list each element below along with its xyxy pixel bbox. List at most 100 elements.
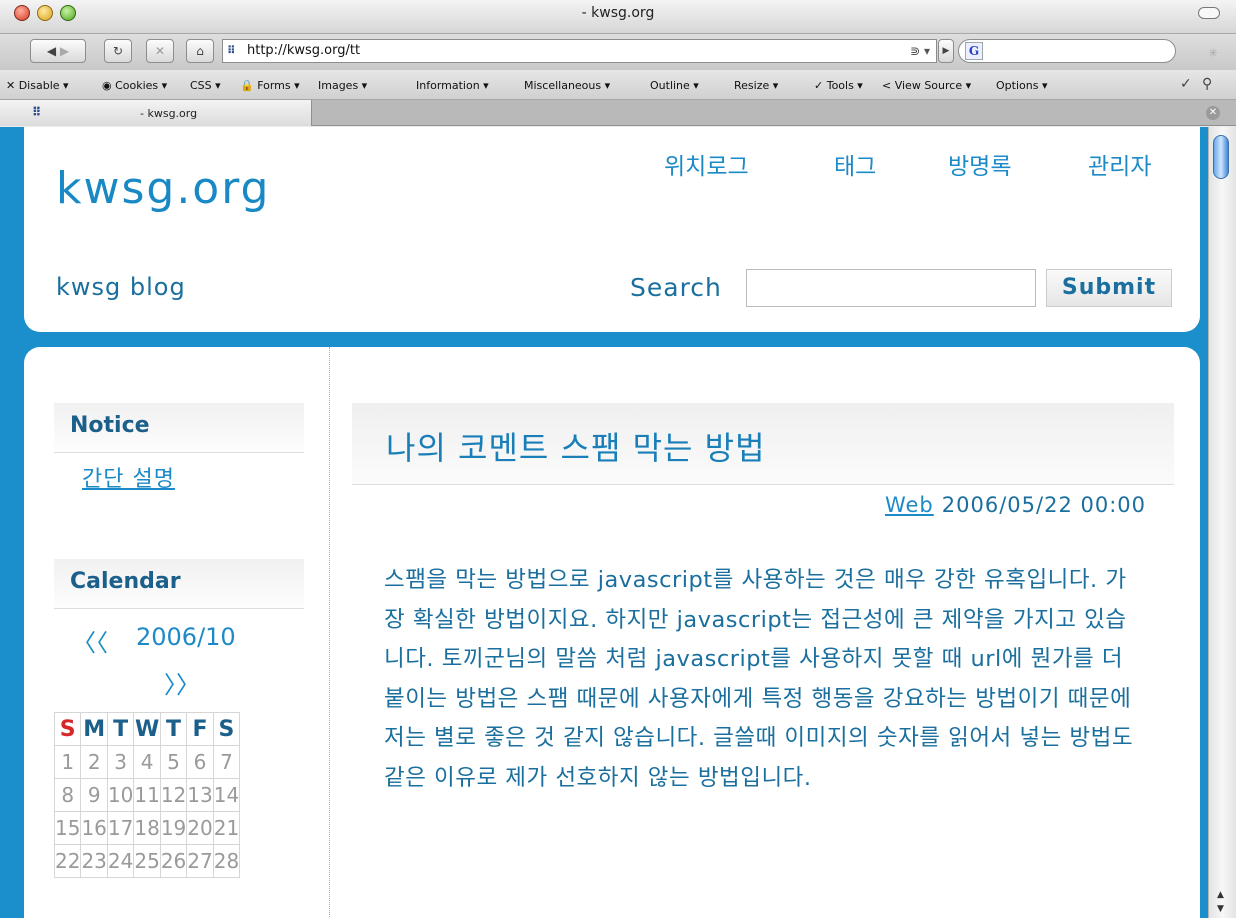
calendar-table: S M T W T F S 1 2 3 4 5 6 7 8 9 10 11 12… [53,712,241,878]
magnifier-icon[interactable]: ⚲ [1202,76,1212,92]
stop-button[interactable]: ✕ [146,39,174,63]
calendar-day: 17 [106,811,135,845]
calendar-day: 28 [212,844,241,878]
scroll-down-icon[interactable]: ▼ [1217,904,1224,914]
calendar-day: 14 [212,778,241,812]
calendar-day: 27 [186,844,214,878]
devtool-forms[interactable]: 🔒 Forms ▾ [240,79,300,92]
stop-icon: ✕ [154,44,166,58]
calendar-day: 1 [53,745,82,779]
back-icon[interactable]: ◀ [47,44,56,58]
tab-bar: ⠿ - kwsg.org ✕ [0,100,1236,126]
calendar-day: 23 [80,844,108,878]
weekday: S [53,712,82,746]
nav-admin[interactable]: 관리자 [1088,147,1151,181]
google-icon[interactable]: G [965,42,983,60]
address-text[interactable]: http://kwsg.org/tt [247,40,360,62]
close-tab-icon[interactable]: ✕ [1206,106,1220,120]
calendar-week: 1 2 3 4 5 6 7 [53,745,241,779]
scrollbar-thumb[interactable] [1213,135,1229,179]
main-content: Notice 간단 설명 Calendar 〈〈 2006/10 〉〉 S M … [24,347,1200,918]
devtool-outline[interactable]: Outline ▾ [650,79,699,92]
calendar-day: 22 [53,844,82,878]
calendar-day: 8 [53,778,82,812]
toolbar-toggle-button[interactable] [1198,7,1220,19]
reload-button[interactable]: ↻ [104,39,132,63]
devtool-information[interactable]: Information ▾ [416,79,489,92]
calendar-month: 2006/10 [136,623,236,651]
post-title[interactable]: 나의 코멘트 스팸 막는 방법 [386,423,766,469]
site-header: kwsg.org 위치로그 태그 방명록 관리자 kwsg blog Searc… [24,127,1200,332]
tab-title: - kwsg.org [140,107,198,120]
devtool-images[interactable]: Images ▾ [318,79,367,92]
calendar-day: 10 [106,778,135,812]
nav-locationlog[interactable]: 위치로그 [664,147,749,181]
calendar-day: 2 [80,745,108,779]
calendar-next[interactable]: 〉〉 [164,665,200,700]
reload-icon: ↻ [112,44,124,58]
calendar-day: 26 [159,844,188,878]
tab-favicon: ⠿ [32,105,42,119]
address-bar[interactable]: ⠿ http://kwsg.org/tt ⋑ ▾ [222,39,937,63]
vertical-scrollbar[interactable]: ▲ ▼ [1208,127,1236,918]
nav-guestbook[interactable]: 방명록 [948,147,1011,181]
calendar-day: 19 [159,811,188,845]
scroll-up-icon[interactable]: ▲ [1217,890,1224,900]
site-favicon: ⠿ [227,44,236,57]
calendar-day: 24 [106,844,135,878]
devtool-resize[interactable]: Resize ▾ [734,79,778,92]
validation-check-icon[interactable]: ✓ [1180,76,1192,92]
site-tagline: kwsg blog [56,273,186,301]
weekday: T [159,712,188,746]
notice-heading: Notice [54,403,304,453]
go-button[interactable]: ▶ [938,39,954,63]
calendar-day: 20 [186,811,214,845]
window-titlebar: - kwsg.org [0,0,1236,34]
devtool-view-source[interactable]: < View Source ▾ [882,79,971,92]
devtool-css[interactable]: CSS ▾ [190,79,221,92]
navigation-toolbar: ◀ ▶ ↻ ✕ ⌂ ⠿ http://kwsg.org/tt ⋑ ▾ ▶ G ✳ [0,34,1236,70]
weekday: S [212,712,241,746]
post-meta: Web 2006/05/22 00:00 [885,493,1146,517]
devtool-tools[interactable]: ✓ Tools ▾ [814,79,863,92]
calendar-week: 22 23 24 25 26 27 28 [53,844,241,878]
post-category-link[interactable]: Web [885,493,934,517]
calendar-day: 6 [186,745,214,779]
calendar-day: 9 [80,778,108,812]
calendar-day: 4 [133,745,161,779]
calendar-heading: Calendar [54,559,304,609]
calendar-day: 12 [159,778,188,812]
site-title[interactable]: kwsg.org [56,163,270,214]
notice-link[interactable]: 간단 설명 [82,461,175,493]
home-button[interactable]: ⌂ [186,39,214,63]
submit-button[interactable]: Submit [1046,269,1172,307]
calendar-day: 7 [212,745,241,779]
nav-tags[interactable]: 태그 [834,147,876,181]
window-title: - kwsg.org [581,5,655,21]
search-input[interactable] [746,269,1036,307]
calendar-prev[interactable]: 〈〈 [72,623,108,658]
calendar-week: 8 9 10 11 12 13 14 [53,778,241,812]
calendar-day: 16 [80,811,108,845]
page-viewport: kwsg.org 위치로그 태그 방명록 관리자 kwsg blog Searc… [0,127,1208,918]
back-forward-buttons[interactable]: ◀ ▶ [30,39,86,63]
loading-spinner-icon: ✳ [1207,46,1218,60]
calendar-week: 15 16 17 18 19 20 21 [53,811,241,845]
tab-kwsg[interactable]: ⠿ - kwsg.org [0,100,312,126]
post-date: 2006/05/22 00:00 [941,493,1146,517]
calendar-day: 15 [53,811,82,845]
search-engine-box[interactable]: G [958,39,1176,63]
devtool-options[interactable]: Options ▾ [996,79,1047,92]
devtool-miscellaneous[interactable]: Miscellaneous ▾ [524,79,610,92]
forward-icon[interactable]: ▶ [60,44,69,58]
home-icon: ⌂ [196,44,204,58]
calendar-day: 13 [186,778,214,812]
devtool-cookies[interactable]: ◉ Cookies ▾ [102,79,167,92]
rss-dropdown-icon[interactable]: ⋑ ▾ [910,40,930,62]
weekday: T [106,712,135,746]
calendar-weekday-row: S M T W T F S [53,712,241,746]
devtool-disable[interactable]: ✕ Disable ▾ [6,79,69,92]
web-developer-toolbar: ✕ Disable ▾ ◉ Cookies ▾ CSS ▾ 🔒 Forms ▾ … [0,70,1236,100]
post-header: 나의 코멘트 스팸 막는 방법 [352,403,1174,485]
weekday: W [133,712,161,746]
